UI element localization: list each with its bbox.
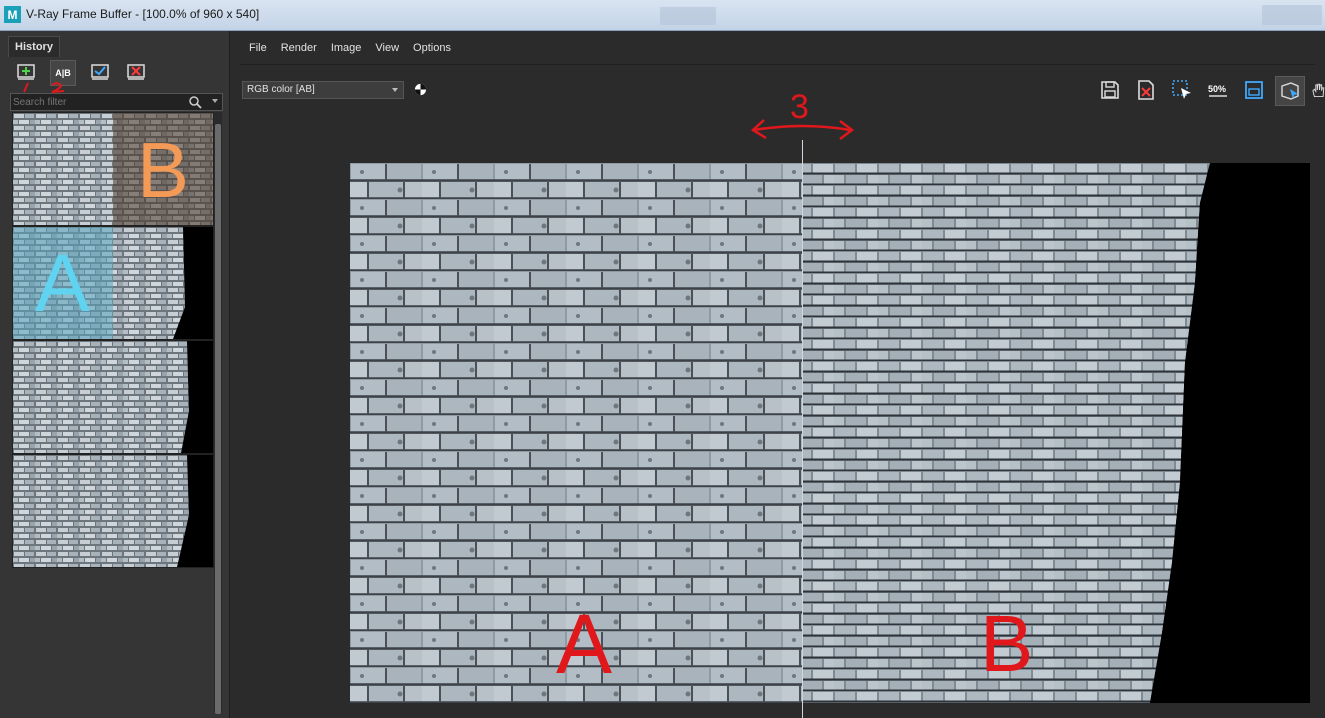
ab-split-line[interactable] [802,140,803,718]
chevron-down-icon [392,88,398,92]
annotation-marks-1-2 [23,82,65,93]
pan-hand-button[interactable] [1310,76,1325,104]
zoom-50-icon: 50% [1208,84,1227,97]
history-panel: History A|B Search filter B A [0,31,230,718]
save-image-button[interactable] [1096,76,1124,104]
pan-hand-icon [1312,83,1325,98]
history-thumbnail-list: B A [12,112,214,568]
scrollbar-thumb[interactable] [215,124,221,714]
history-scrollbar[interactable] [214,112,222,714]
menu-view[interactable]: View [375,42,399,60]
track-mouse-icon [1281,82,1299,100]
rendered-brick-wall-image [350,163,1310,703]
menu-image[interactable]: Image [331,42,362,60]
remove-history-button[interactable] [124,60,148,84]
annotation-label-a: A [556,597,613,691]
menu-divider [240,64,1315,65]
render-viewport[interactable] [350,163,1310,703]
title-blur-region [660,7,716,25]
region-render-button[interactable] [1168,76,1196,104]
history-thumbnail[interactable]: A [12,226,214,340]
annotation-label-b: B [980,599,1034,688]
color-correction-icon[interactable] [414,83,427,96]
annotation-number-3: 3 [790,88,809,126]
menu-options[interactable]: Options [413,42,451,60]
title-bar: M V-Ray Frame Buffer - [100.0% of 960 x … [0,0,1325,31]
history-thumbnail[interactable] [12,454,214,568]
svg-text:50%: 50% [1208,84,1226,94]
window-title: V-Ray Frame Buffer - [100.0% of 960 x 54… [26,7,260,21]
thumbnail-label-b: B [137,126,190,214]
clear-image-button[interactable] [1132,76,1160,104]
ab-compare-icon: A|B [55,68,71,78]
menu-bar: File Render Image View Options [249,42,451,60]
menu-render[interactable]: Render [281,42,317,60]
lens-effects-icon [1245,81,1263,99]
thumbnail-label-a: A [35,238,90,329]
channel-select-value: RGB color [AB] [247,84,315,95]
search-icon[interactable] [188,95,202,109]
history-toolbar: A|B [10,60,220,93]
remove-history-icon [127,64,145,80]
save-image-icon [1101,81,1119,99]
clear-image-icon [1138,80,1154,100]
search-filter-box [10,93,223,111]
load-history-icon [91,64,109,80]
brick-render-thumbnail [13,341,213,453]
tab-history[interactable]: History [8,36,60,57]
history-thumbnail[interactable]: B [12,112,214,226]
chevron-down-icon[interactable] [212,99,218,103]
region-render-icon [1172,80,1191,99]
channel-select[interactable]: RGB color [AB] [242,81,404,99]
menu-file[interactable]: File [249,42,267,60]
brick-render-thumbnail [13,455,213,567]
track-mouse-button[interactable] [1275,76,1305,106]
history-thumbnail[interactable] [12,340,214,454]
search-filter-input[interactable] [13,94,183,110]
save-to-history-icon [17,64,35,80]
title-blur-region [1262,5,1322,25]
zoom-50-button[interactable]: 50% [1204,76,1232,104]
lens-effects-button[interactable] [1240,76,1268,104]
app-icon: M [4,6,21,23]
image-toolbar: 50% [1096,76,1325,108]
